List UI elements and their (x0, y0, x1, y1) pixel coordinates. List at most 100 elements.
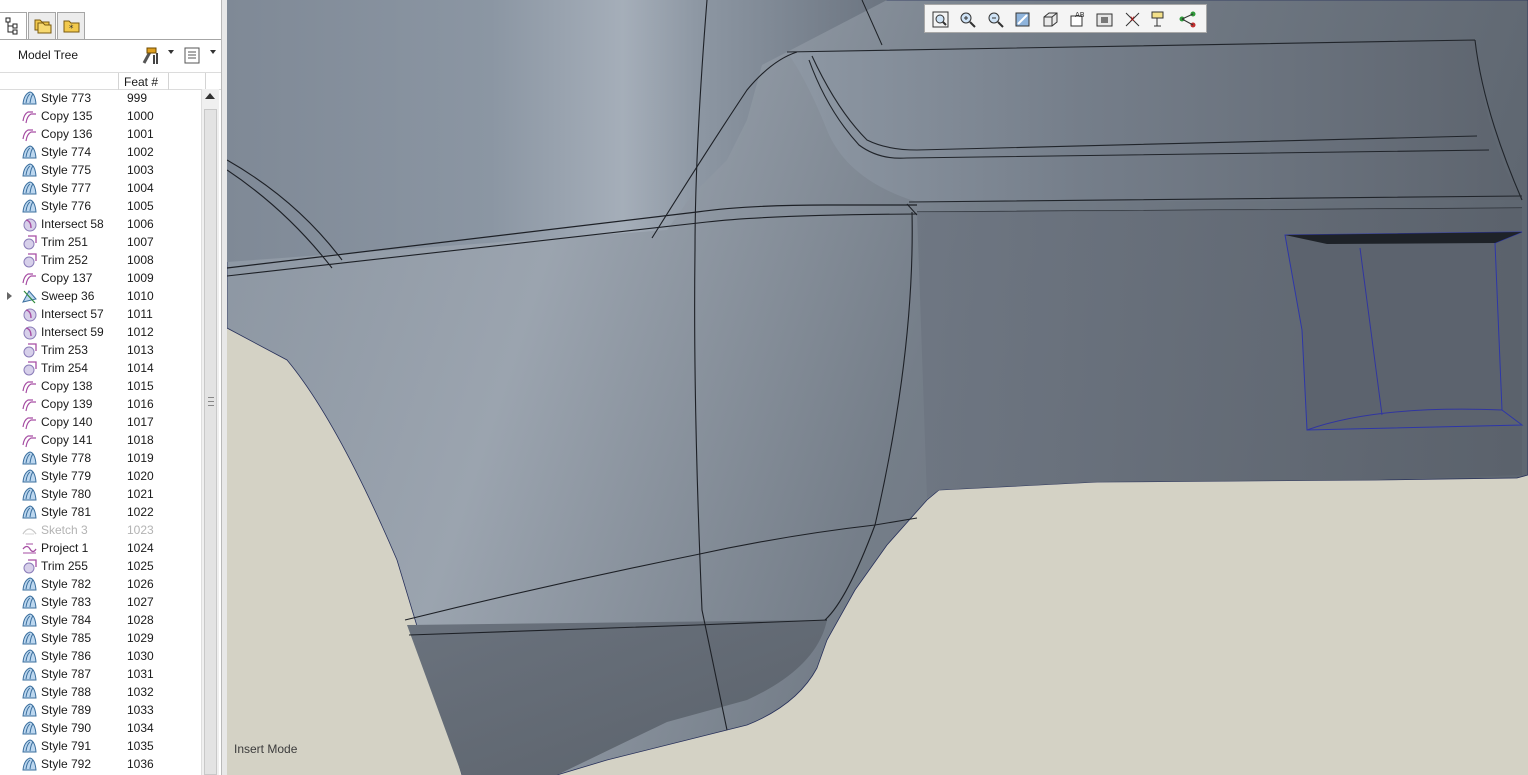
tree-row[interactable]: Style 790 1034 (0, 719, 201, 737)
tree-row[interactable]: Style 783 1027 (0, 593, 201, 611)
car-body-surface-model (227, 0, 1528, 775)
feature-name: Style 774 (41, 145, 92, 159)
tree-row[interactable]: Style 786 1030 (0, 647, 201, 665)
favorites-tab[interactable]: * (57, 12, 85, 39)
tree-row[interactable]: Style 788 1032 (0, 683, 201, 701)
folder-icon (34, 19, 52, 34)
model-tree-list: Style 773 999 Copy 135 1000 Copy 136 1001 Styl… (0, 89, 201, 775)
saved-orientations-button[interactable]: AB (1067, 9, 1088, 30)
svg-text:AB: AB (1075, 11, 1085, 19)
feature-name: Trim 253 (41, 343, 88, 357)
tree-row[interactable]: Style 775 1003 (0, 161, 201, 179)
feature-number: 1002 (127, 145, 154, 159)
feature-name: Trim 254 (41, 361, 88, 375)
tree-row[interactable]: Intersect 57 1011 (0, 305, 201, 323)
graphics-window[interactable]: AB x Insert Mode (227, 0, 1528, 775)
feature-number: 1019 (127, 451, 154, 465)
tree-columns-button[interactable] (183, 44, 203, 66)
copy-feature-icon (21, 270, 38, 286)
feature-name: Style 777 (41, 181, 92, 195)
tree-row[interactable]: Trim 254 1014 (0, 359, 201, 377)
feature-number: 1001 (127, 127, 154, 141)
trim-feature-icon (21, 558, 38, 574)
datum-display-button[interactable]: x (1122, 9, 1143, 30)
annotation-display-button[interactable] (1149, 9, 1170, 30)
tree-row[interactable]: Style 776 1005 (0, 197, 201, 215)
scroll-thumb[interactable] (204, 109, 217, 775)
feature-number: 1027 (127, 595, 154, 609)
tree-row[interactable]: Style 787 1031 (0, 665, 201, 683)
copy-feature-icon (21, 378, 38, 394)
model-tree-tab[interactable] (0, 12, 27, 40)
feature-name: Style 790 (41, 721, 92, 735)
tree-row[interactable]: Style 781 1022 (0, 503, 201, 521)
tree-row[interactable]: Style 778 1019 (0, 449, 201, 467)
tree-row[interactable]: Style 782 1026 (0, 575, 201, 593)
feature-name: Style 773 (41, 91, 92, 105)
tree-columns-dropdown-icon[interactable] (210, 50, 216, 54)
scroll-up-arrow-icon[interactable] (205, 93, 215, 99)
sweep-feature-icon (21, 288, 38, 304)
feature-number: 1026 (127, 577, 154, 591)
tree-settings-button[interactable] (140, 44, 162, 66)
spin-center-button[interactable] (1177, 9, 1198, 30)
tree-row[interactable]: Style 777 1004 (0, 179, 201, 197)
tree-row[interactable]: Sweep 36 1010 (0, 287, 201, 305)
tree-row[interactable]: Style 791 1035 (0, 737, 201, 755)
tree-row[interactable]: Copy 137 1009 (0, 269, 201, 287)
feature-number: 1013 (127, 343, 154, 357)
tree-row[interactable]: Style 792 1036 (0, 755, 201, 773)
tree-row[interactable]: Copy 140 1017 (0, 413, 201, 431)
view-manager-button[interactable] (1094, 9, 1115, 30)
feature-number: 1008 (127, 253, 154, 267)
tree-row[interactable]: Project 1 1024 (0, 539, 201, 557)
tree-row[interactable]: Style 773 999 (0, 89, 201, 107)
style-feature-icon (21, 684, 38, 700)
expand-arrow-icon[interactable] (7, 292, 12, 300)
feature-number: 1000 (127, 109, 154, 123)
tree-settings-dropdown-icon[interactable] (168, 50, 174, 54)
tree-row[interactable]: Intersect 58 1006 (0, 215, 201, 233)
repaint-button[interactable] (1012, 9, 1033, 30)
feature-number: 1020 (127, 469, 154, 483)
tree-row[interactable]: Sketch 3 1023 (0, 521, 201, 539)
zoom-out-button[interactable] (985, 9, 1006, 30)
style-feature-icon (21, 144, 38, 160)
column-feat-number[interactable]: Feat # (124, 75, 158, 89)
tree-row[interactable]: Style 779 1020 (0, 467, 201, 485)
tree-row[interactable]: Trim 251 1007 (0, 233, 201, 251)
feature-name: Style 779 (41, 469, 92, 483)
style-feature-icon (21, 666, 38, 682)
tree-row[interactable]: Style 784 1028 (0, 611, 201, 629)
feature-name: Copy 137 (41, 271, 93, 285)
tree-row[interactable]: Style 789 1033 (0, 701, 201, 719)
tree-row[interactable]: Trim 255 1025 (0, 557, 201, 575)
tree-row[interactable]: Trim 253 1013 (0, 341, 201, 359)
tree-row[interactable]: Copy 136 1001 (0, 125, 201, 143)
tree-row[interactable]: Copy 135 1000 (0, 107, 201, 125)
tree-row[interactable]: Trim 252 1008 (0, 251, 201, 269)
tree-row[interactable]: Style 780 1021 (0, 485, 201, 503)
display-style-button[interactable] (1040, 9, 1061, 30)
tree-row[interactable]: Style 774 1002 (0, 143, 201, 161)
feature-name: Trim 251 (41, 235, 88, 249)
refit-button[interactable] (930, 9, 951, 30)
feature-number: 1004 (127, 181, 154, 195)
tree-row[interactable]: Copy 138 1015 (0, 377, 201, 395)
tree-row[interactable]: Copy 141 1018 (0, 431, 201, 449)
style-feature-icon (21, 486, 38, 502)
favorites-icon: * (63, 20, 80, 34)
feature-name: Style 787 (41, 667, 92, 681)
feature-name: Trim 255 (41, 559, 88, 573)
tree-row[interactable]: Copy 139 1016 (0, 395, 201, 413)
feature-number: 1025 (127, 559, 154, 573)
style-feature-icon (21, 594, 38, 610)
style-feature-icon (21, 450, 38, 466)
tree-row[interactable]: Style 785 1029 (0, 629, 201, 647)
tree-columns-icon (184, 47, 200, 64)
style-feature-icon (21, 720, 38, 736)
tree-row[interactable]: Intersect 59 1012 (0, 323, 201, 341)
folder-browser-tab[interactable] (28, 12, 56, 39)
zoom-in-button[interactable] (957, 9, 978, 30)
tree-scrollbar[interactable] (201, 89, 219, 775)
